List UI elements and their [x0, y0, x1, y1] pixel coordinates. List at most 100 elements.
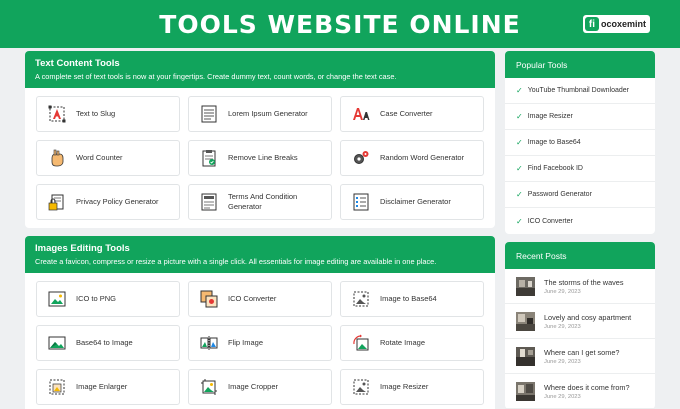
image-tools-section: Images Editing Tools Create a favicon, c… — [25, 236, 495, 409]
post-date: June 29, 2023 — [544, 358, 581, 365]
popular-tool-link[interactable]: ✓ Image Resizer — [505, 104, 655, 130]
gears-icon — [352, 149, 370, 167]
rotate-image-icon — [352, 334, 370, 352]
clipboard-check-icon — [200, 149, 218, 167]
tool-grid: ICO to PNG ICO Converter Image to Base64… — [25, 273, 495, 409]
post-text: The storms of the waves June 29, 2023 — [544, 278, 624, 295]
tools-main: Text Content Tools A complete set of tex… — [25, 51, 495, 409]
post-text: Where does it come from? June 29, 2023 — [544, 383, 630, 400]
check-icon: ✓ — [516, 138, 523, 147]
tool-card-ico-converter[interactable]: ICO Converter — [188, 281, 332, 317]
popular-tool-link[interactable]: ✓ Find Facebook ID — [505, 156, 655, 182]
post-thumbnail — [516, 311, 535, 331]
tool-label: Image Enlarger — [76, 382, 128, 391]
tool-label: Case Converter — [380, 109, 433, 118]
section-title: Images Editing Tools — [35, 243, 130, 254]
tool-card-case-converter[interactable]: Case Converter — [340, 96, 484, 132]
tool-card-privacy-policy[interactable]: Privacy Policy Generator — [36, 184, 180, 220]
tool-label: Rotate Image — [380, 338, 426, 347]
post-title: The storms of the waves — [544, 277, 624, 287]
tool-label: Base64 to Image — [76, 338, 133, 347]
brand-name: ocoxemint — [600, 19, 646, 29]
privacy-lock-icon — [48, 193, 66, 211]
tool-card-word-counter[interactable]: Word Counter — [36, 140, 180, 176]
popular-tool-link[interactable]: ✓ Password Generator — [505, 182, 655, 208]
post-title: Where does it come from? — [544, 382, 630, 392]
recent-post[interactable]: Where does it come from? June 29, 2023 — [505, 374, 655, 409]
tool-card-image-to-base64[interactable]: Image to Base64 — [340, 281, 484, 317]
popular-tool-link[interactable]: ✓ Image to Base64 — [505, 130, 655, 156]
tool-label: Flip Image — [228, 338, 264, 347]
post-title: Lovely and cosy apartment — [544, 312, 632, 322]
ico-to-png-icon — [48, 290, 66, 308]
check-icon: ✓ — [516, 216, 523, 226]
brand-logo[interactable]: fi ocoxemint — [582, 15, 650, 33]
image-base64-icon — [352, 290, 370, 308]
post-thumbnail — [516, 276, 535, 296]
post-date: June 29, 2023 — [544, 288, 581, 295]
popular-tool-label: Password Generator — [527, 191, 592, 198]
recent-posts-widget: Recent Posts The storms of the waves June… — [505, 242, 655, 409]
image-enlarger-icon — [48, 378, 66, 396]
post-thumbnail — [516, 346, 535, 366]
section-title: Text Content Tools — [35, 58, 120, 69]
tool-label: Privacy Policy Generator — [76, 197, 159, 206]
recent-post[interactable]: The storms of the waves June 29, 2023 — [505, 269, 655, 304]
popular-tool-label: Image to Base64 — [527, 139, 581, 146]
popular-tool-label: ICO Converter — [527, 217, 573, 225]
lorem-document-icon — [200, 105, 218, 123]
tool-label: Text to Slug — [76, 109, 116, 118]
tool-card-ico-to-png[interactable]: ICO to PNG — [36, 281, 180, 317]
popular-tools-title: Popular Tools — [505, 51, 655, 78]
check-icon: ✓ — [516, 164, 523, 173]
case-aa-icon — [352, 105, 370, 123]
ico-converter-icon — [200, 290, 218, 308]
tool-card-rotate-image[interactable]: Rotate Image — [340, 325, 484, 361]
tool-card-terms-conditions[interactable]: Terms And Condition Generator — [188, 184, 332, 220]
post-text: Where can I get some? June 29, 2023 — [544, 348, 619, 365]
popular-tools-widget: Popular Tools ✓ YouTube Thumbnail Downloa… — [505, 51, 655, 234]
section-description: A complete set of text tools is now at y… — [35, 72, 397, 81]
post-thumbnail — [516, 381, 535, 401]
tool-card-image-enlarger[interactable]: Image Enlarger — [36, 369, 180, 405]
popular-tool-link[interactable]: ✓ ICO Converter — [505, 208, 655, 234]
tool-card-text-to-slug[interactable]: Text to Slug — [36, 96, 180, 132]
tool-card-image-cropper[interactable]: Image Cropper — [188, 369, 332, 405]
recent-post[interactable]: Where can I get some? June 29, 2023 — [505, 339, 655, 374]
post-title: Where can I get some? — [544, 347, 620, 357]
popular-tool-label: Image Resizer — [527, 113, 573, 120]
base64-image-icon — [48, 334, 66, 352]
hand-counter-icon — [48, 149, 66, 167]
brand-mark-icon: fi — [584, 17, 599, 31]
text-slug-icon — [48, 105, 66, 123]
tool-label: Word Counter — [76, 153, 123, 162]
check-icon: ✓ — [516, 112, 523, 121]
tool-card-flip-image[interactable]: Flip Image — [188, 325, 332, 361]
flip-image-icon — [200, 334, 218, 352]
tool-card-base64-to-image[interactable]: Base64 to Image — [36, 325, 180, 361]
check-icon: ✓ — [516, 190, 523, 199]
image-resizer-icon — [352, 378, 370, 396]
site-title: TOOLS WEBSITE ONLINE — [159, 10, 521, 39]
tool-label: Disclaimer Generator — [380, 197, 451, 206]
tool-grid: Text to Slug Lorem Ipsum Generator Case … — [25, 88, 495, 228]
text-tools-section: Text Content Tools A complete set of tex… — [25, 51, 495, 228]
popular-tool-link[interactable]: ✓ YouTube Thumbnail Downloader — [505, 78, 655, 104]
section-description: Create a favicon, compress or resize a p… — [35, 257, 437, 266]
tool-card-lorem-ipsum[interactable]: Lorem Ipsum Generator — [188, 96, 332, 132]
recent-posts-title: Recent Posts — [505, 242, 655, 269]
tool-label: Image Resizer — [380, 382, 429, 391]
image-cropper-icon — [200, 378, 218, 396]
tool-label: Image to Base64 — [380, 294, 437, 303]
tool-card-random-word[interactable]: Random Word Generator — [340, 140, 484, 176]
site-header: TOOLS WEBSITE ONLINE fi ocoxemint — [0, 0, 680, 48]
popular-tool-label: YouTube Thumbnail Downloader — [527, 87, 630, 94]
tool-label: Random Word Generator — [380, 153, 465, 162]
tool-label: Lorem Ipsum Generator — [228, 109, 308, 118]
recent-post[interactable]: Lovely and cosy apartment June 29, 2023 — [505, 304, 655, 339]
tool-card-image-resizer[interactable]: Image Resizer — [340, 369, 484, 405]
section-header: Images Editing Tools Create a favicon, c… — [25, 236, 495, 273]
tool-card-remove-line-breaks[interactable]: Remove Line Breaks — [188, 140, 332, 176]
terms-document-icon — [200, 193, 218, 211]
tool-card-disclaimer[interactable]: Disclaimer Generator — [340, 184, 484, 220]
